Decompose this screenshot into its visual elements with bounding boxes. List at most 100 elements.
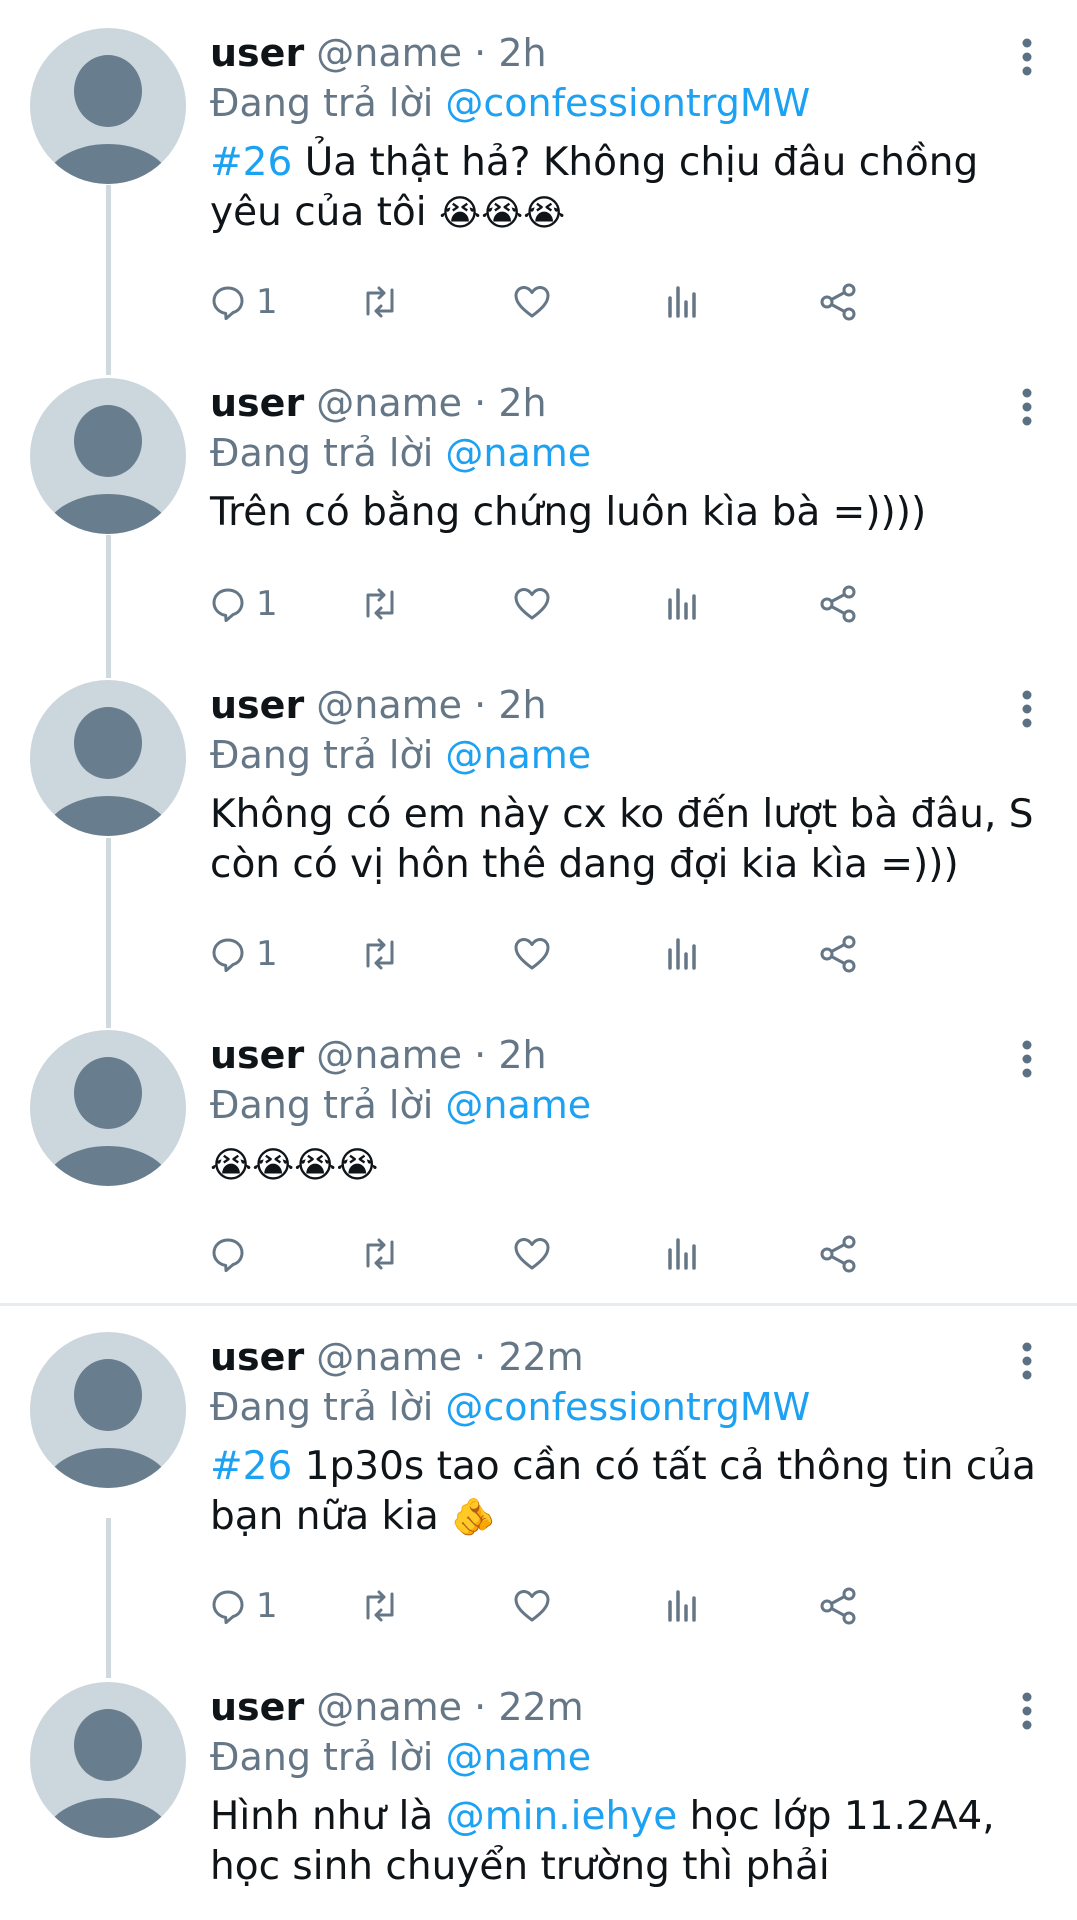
user-handle[interactable]: @name bbox=[316, 381, 462, 425]
display-name[interactable]: user bbox=[210, 381, 304, 425]
retweet-button[interactable] bbox=[360, 274, 400, 330]
more-options-icon[interactable] bbox=[1007, 382, 1047, 432]
like-button[interactable] bbox=[513, 1578, 551, 1634]
replying-to: Đang trả lời @confessiontrgMW bbox=[210, 1382, 810, 1432]
user-handle[interactable]: @name bbox=[316, 1335, 462, 1379]
action-bar: 1 bbox=[210, 1578, 1010, 1634]
retweet-icon bbox=[366, 938, 394, 970]
reply-to-mention[interactable]: @name bbox=[445, 1083, 591, 1127]
more-options-icon[interactable] bbox=[1007, 1034, 1047, 1084]
reply-prefix: Đang trả lời bbox=[210, 431, 434, 475]
like-icon bbox=[514, 1590, 550, 1622]
reply-feed: user @name · 2h Đang trả lời @confession… bbox=[0, 0, 1077, 1920]
display-name[interactable]: user bbox=[210, 1033, 304, 1077]
retweet-button[interactable] bbox=[360, 1578, 400, 1634]
emoji: 🫵 bbox=[451, 1497, 497, 1538]
share-button[interactable] bbox=[818, 1226, 858, 1282]
reply-button[interactable]: 1 bbox=[210, 576, 278, 632]
avatar[interactable] bbox=[30, 28, 186, 184]
share-button[interactable] bbox=[818, 1578, 858, 1634]
retweet-button[interactable] bbox=[360, 576, 400, 632]
timestamp[interactable]: 2h bbox=[498, 31, 546, 75]
reply-to-mention[interactable]: @name bbox=[445, 1735, 591, 1779]
avatar[interactable] bbox=[30, 680, 186, 836]
share-icon bbox=[820, 935, 856, 973]
display-name[interactable]: user bbox=[210, 683, 304, 727]
display-name[interactable]: user bbox=[210, 31, 304, 75]
analytics-icon bbox=[668, 1590, 696, 1622]
reply-icon bbox=[212, 588, 244, 622]
reply-tweet[interactable]: user @name · 2h Đang trả lời @name 😭😭😭😭 bbox=[0, 1030, 1077, 1300]
reply-tweet[interactable]: user @name · 2h Đang trả lời @name Trên … bbox=[0, 378, 1077, 648]
timestamp[interactable]: 2h bbox=[498, 683, 546, 727]
replying-to: Đang trả lời @name bbox=[210, 428, 591, 478]
reply-prefix: Đang trả lời bbox=[210, 1083, 434, 1127]
default-avatar-icon bbox=[44, 707, 172, 836]
reply-icon bbox=[212, 938, 244, 972]
reply-to-mention[interactable]: @confessiontrgMW bbox=[445, 1385, 810, 1429]
reply-tweet[interactable]: user @name · 2h Đang trả lời @confession… bbox=[0, 28, 1077, 348]
reply-tweet[interactable]: user @name · 2h Đang trả lời @name Không… bbox=[0, 680, 1077, 1000]
like-button[interactable] bbox=[513, 576, 551, 632]
separator-dot: · bbox=[474, 683, 487, 727]
reply-count: 1 bbox=[256, 282, 278, 322]
display-name[interactable]: user bbox=[210, 1685, 304, 1729]
separator-dot: · bbox=[474, 1685, 487, 1729]
avatar[interactable] bbox=[30, 378, 186, 534]
timestamp[interactable]: 22m bbox=[498, 1335, 583, 1379]
reply-to-mention[interactable]: @confessiontrgMW bbox=[445, 81, 810, 125]
share-button[interactable] bbox=[818, 926, 858, 982]
like-button[interactable] bbox=[513, 926, 551, 982]
analytics-button[interactable] bbox=[666, 926, 700, 982]
user-handle[interactable]: @name bbox=[316, 1033, 462, 1077]
emoji: 😭😭😭 bbox=[439, 193, 566, 234]
more-options-icon[interactable] bbox=[1007, 1336, 1047, 1386]
inline-mention[interactable]: @min.iehye bbox=[446, 1794, 678, 1839]
reply-button[interactable] bbox=[210, 1226, 256, 1282]
like-button[interactable] bbox=[513, 1226, 551, 1282]
avatar[interactable] bbox=[30, 1030, 186, 1186]
hashtag[interactable]: #26 bbox=[210, 1444, 292, 1489]
reply-tweet[interactable]: user @name · 22m Đang trả lời @confessio… bbox=[0, 1332, 1077, 1652]
tweet-header: user @name · 2h bbox=[210, 28, 547, 78]
timestamp[interactable]: 2h bbox=[498, 381, 546, 425]
user-handle[interactable]: @name bbox=[316, 1685, 462, 1729]
analytics-button[interactable] bbox=[666, 1578, 700, 1634]
reply-to-mention[interactable]: @name bbox=[445, 733, 591, 777]
reply-button[interactable]: 1 bbox=[210, 274, 278, 330]
tweet-body: Không có em này cx ko đến lượt bà đâu, S… bbox=[210, 792, 1034, 887]
retweet-button[interactable] bbox=[360, 926, 400, 982]
reply-button[interactable]: 1 bbox=[210, 1578, 278, 1634]
avatar[interactable] bbox=[30, 1332, 186, 1488]
more-options-icon[interactable] bbox=[1007, 32, 1047, 82]
reply-button[interactable]: 1 bbox=[210, 926, 278, 982]
retweet-button[interactable] bbox=[360, 1226, 400, 1282]
user-handle[interactable]: @name bbox=[316, 31, 462, 75]
timestamp[interactable]: 22m bbox=[498, 1685, 583, 1729]
timestamp[interactable]: 2h bbox=[498, 1033, 546, 1077]
analytics-button[interactable] bbox=[666, 1226, 700, 1282]
replying-to: Đang trả lời @name bbox=[210, 1080, 591, 1130]
more-options-icon[interactable] bbox=[1007, 1686, 1047, 1736]
more-options-icon[interactable] bbox=[1007, 684, 1047, 734]
user-handle[interactable]: @name bbox=[316, 683, 462, 727]
reply-tweet[interactable]: user @name · 22m Đang trả lời @name Hình… bbox=[0, 1682, 1077, 1920]
tweet-body: Hình như là bbox=[210, 1794, 446, 1839]
share-button[interactable] bbox=[818, 274, 858, 330]
separator-dot: · bbox=[474, 1033, 487, 1077]
reply-to-mention[interactable]: @name bbox=[445, 431, 591, 475]
like-button[interactable] bbox=[513, 274, 551, 330]
display-name[interactable]: user bbox=[210, 1335, 304, 1379]
separator-dot: · bbox=[474, 381, 487, 425]
default-avatar-icon bbox=[44, 1057, 172, 1186]
analytics-button[interactable] bbox=[666, 576, 700, 632]
default-avatar-icon bbox=[44, 1359, 172, 1488]
avatar[interactable] bbox=[30, 1682, 186, 1838]
analytics-button[interactable] bbox=[666, 274, 700, 330]
tweet-body: Ủa thật hả? Không chịu đâu chồng yêu của… bbox=[210, 140, 979, 235]
like-icon bbox=[514, 588, 550, 620]
hashtag[interactable]: #26 bbox=[210, 140, 292, 185]
reply-count: 1 bbox=[256, 934, 278, 974]
reply-count: 1 bbox=[256, 1586, 278, 1626]
share-button[interactable] bbox=[818, 576, 858, 632]
